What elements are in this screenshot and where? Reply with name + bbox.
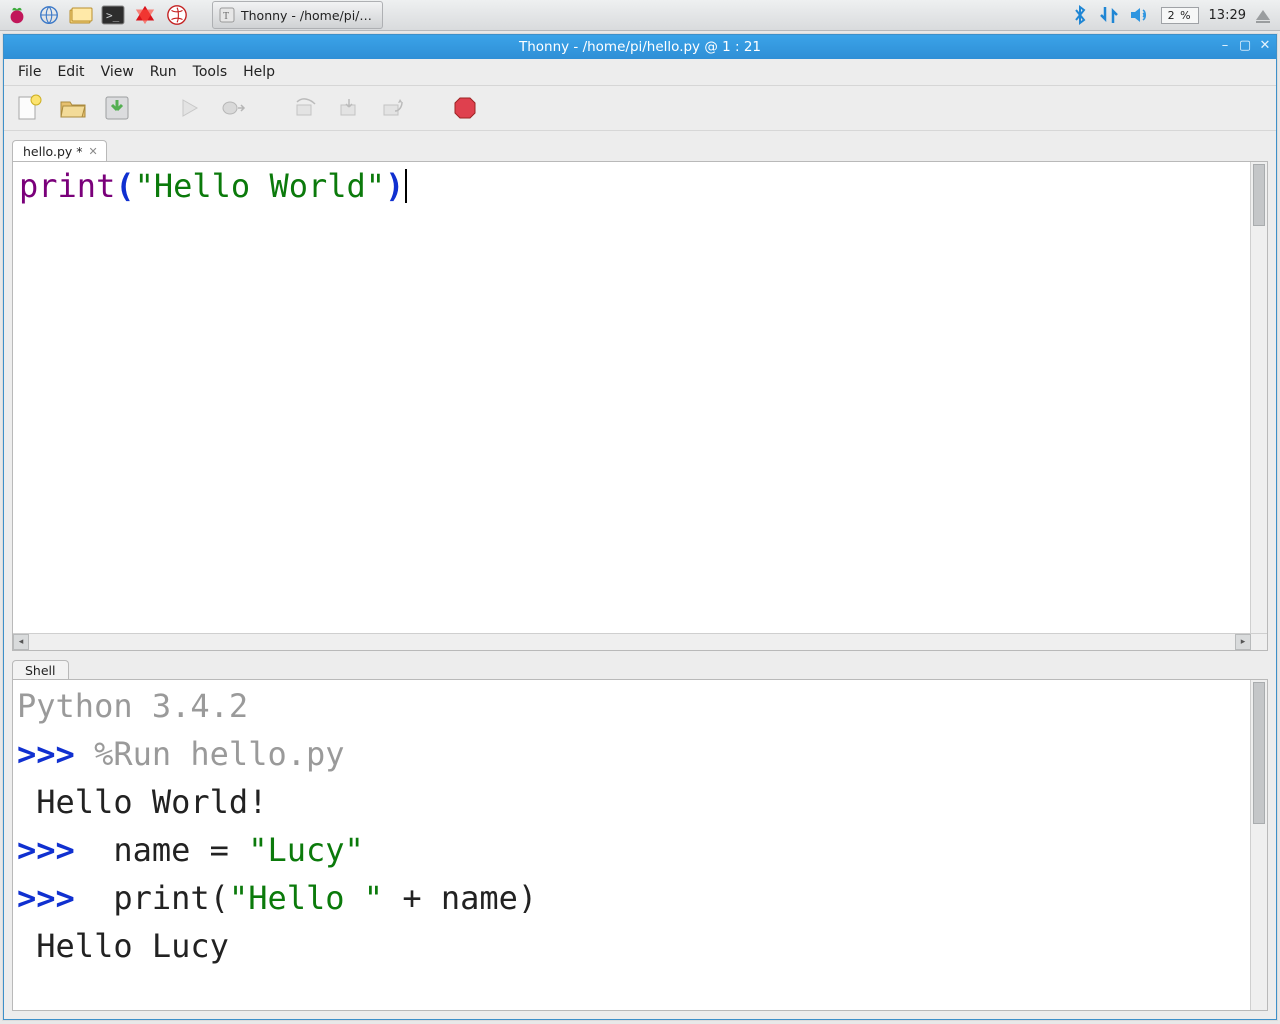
window-title: Thonny - /home/pi/hello.py @ 1 : 21: [519, 39, 761, 55]
svg-text:T: T: [223, 11, 229, 22]
shell-scrollbar-vertical[interactable]: [1250, 680, 1267, 1010]
file-manager-icon[interactable]: [68, 2, 94, 28]
shell-tab[interactable]: Shell: [12, 660, 69, 680]
code-token-paren-open: (: [115, 167, 134, 205]
window-minimize-button[interactable]: –: [1218, 38, 1232, 52]
menu-run[interactable]: Run: [144, 62, 183, 82]
code-area[interactable]: print("Hello World"): [13, 162, 1251, 634]
menu-view[interactable]: View: [95, 62, 140, 82]
volume-icon[interactable]: [1129, 6, 1151, 24]
window-maximize-button[interactable]: ▢: [1238, 38, 1252, 52]
shell-code: name =: [94, 831, 248, 869]
text-cursor: [405, 169, 407, 203]
save-file-button[interactable]: [102, 93, 132, 123]
code-editor[interactable]: print("Hello World") ◂ ▸: [12, 161, 1268, 651]
code-token-fn: print: [19, 167, 115, 205]
menu-tools[interactable]: Tools: [187, 62, 234, 82]
editor-scrollbar-vertical[interactable]: [1250, 162, 1267, 650]
close-tab-icon[interactable]: ✕: [89, 145, 98, 158]
shell-prompt: >>>: [17, 879, 94, 917]
step-into-button[interactable]: [334, 93, 364, 123]
os-taskbar: >_ T Thonny - /home/pi/… 2 % 13:29: [0, 0, 1280, 31]
shell-output-line: Hello Lucy: [17, 927, 229, 965]
raspberry-menu-icon[interactable]: [4, 2, 30, 28]
toolbar: [4, 86, 1276, 131]
run-button[interactable]: [174, 93, 204, 123]
menu-help[interactable]: Help: [237, 62, 281, 82]
shell-content[interactable]: Python 3.4.2 >>> %Run hello.py Hello Wor…: [13, 680, 1251, 1010]
shell-version: Python 3.4.2: [17, 687, 248, 725]
thonny-app-icon: T: [219, 7, 235, 23]
editor-pane: hello.py * ✕ print("Hello World") ◂ ▸: [4, 131, 1276, 651]
editor-scrollbar-horizontal[interactable]: ◂ ▸: [13, 633, 1267, 650]
eject-icon[interactable]: [1256, 10, 1270, 20]
menu-bar: File Edit View Run Tools Help: [4, 59, 1276, 86]
file-tab-hello[interactable]: hello.py * ✕: [12, 140, 107, 162]
shell-pane: Shell Python 3.4.2 >>> %Run hello.py Hel…: [4, 651, 1276, 1019]
shell-prompt: >>>: [17, 735, 94, 773]
mathematica-icon[interactable]: [132, 2, 158, 28]
code-token-paren-close: ): [385, 167, 404, 205]
shell-output-line: Hello World!: [17, 783, 267, 821]
file-tab-label: hello.py *: [23, 144, 83, 159]
menu-file[interactable]: File: [12, 62, 47, 82]
shell-output[interactable]: Python 3.4.2 >>> %Run hello.py Hello Wor…: [12, 679, 1268, 1011]
menu-edit[interactable]: Edit: [51, 62, 90, 82]
shell-code-string: "Lucy": [248, 831, 364, 869]
shell-prompt: >>>: [17, 831, 94, 869]
new-file-button[interactable]: [14, 93, 44, 123]
scroll-right-icon[interactable]: ▸: [1235, 634, 1251, 650]
taskbar-app-button[interactable]: T Thonny - /home/pi/…: [212, 1, 383, 29]
step-out-button[interactable]: [378, 93, 408, 123]
svg-text:>_: >_: [106, 9, 120, 22]
shell-code: + name): [383, 879, 537, 917]
open-file-button[interactable]: [58, 93, 88, 123]
terminal-icon[interactable]: >_: [100, 2, 126, 28]
network-icon[interactable]: [1099, 5, 1119, 25]
window-close-button[interactable]: ✕: [1258, 38, 1272, 52]
taskbar-app-label: Thonny - /home/pi/…: [241, 8, 372, 23]
window-titlebar[interactable]: Thonny - /home/pi/hello.py @ 1 : 21 – ▢ …: [4, 35, 1276, 59]
bluetooth-icon[interactable]: [1071, 5, 1089, 25]
wolfram-icon[interactable]: [164, 2, 190, 28]
clock: 13:29: [1209, 8, 1246, 23]
shell-code: print(: [94, 879, 229, 917]
step-over-button[interactable]: [290, 93, 320, 123]
web-browser-icon[interactable]: [36, 2, 62, 28]
code-token-string: "Hello World": [135, 167, 385, 205]
thonny-window: Thonny - /home/pi/hello.py @ 1 : 21 – ▢ …: [3, 34, 1277, 1020]
shell-run-cmd: %Run hello.py: [94, 735, 344, 773]
shell-code-string: "Hello ": [229, 879, 383, 917]
scroll-left-icon[interactable]: ◂: [13, 634, 29, 650]
cpu-usage-indicator: 2 %: [1161, 7, 1199, 24]
debug-button[interactable]: [218, 93, 248, 123]
stop-button[interactable]: [450, 93, 480, 123]
